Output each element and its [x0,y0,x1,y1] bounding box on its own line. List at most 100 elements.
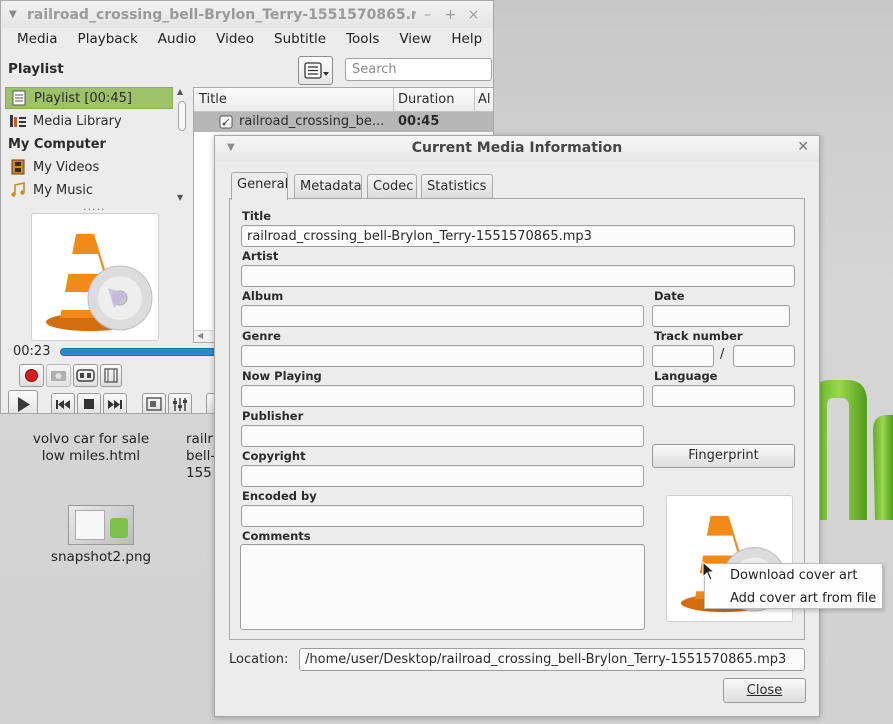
menu-playback[interactable]: Playback [68,31,148,47]
menu-item-download-cover-art[interactable]: Download cover art [730,568,857,583]
menu-subtitle[interactable]: Subtitle [264,31,336,47]
publisher-label: Publisher [242,409,304,423]
playlist-header: Playlist [1,53,493,85]
language-field[interactable] [652,385,795,407]
window-title: railroad_crossing_bell-Brylon_Terry-1551… [27,6,416,23]
film-icon [11,159,25,175]
album-field[interactable] [241,305,644,327]
loop-ab-button[interactable] [73,364,98,387]
menu-tools[interactable]: Tools [336,31,389,47]
previous-button[interactable] [51,393,75,413]
comments-field[interactable] [240,544,645,630]
play-icon [18,397,30,412]
menu-help[interactable]: Help [441,31,492,47]
title-field[interactable] [241,225,795,247]
stop-button[interactable] [77,393,101,413]
table-row[interactable]: railroad_crossing_be... 00:45 [194,112,493,132]
desktop-file-png[interactable]: snapshot2.png [40,505,162,566]
sidebar-item-label: My Music [33,182,94,198]
desktop-file-label: 155 [186,465,212,481]
artist-field[interactable] [241,265,795,287]
language-label: Language [654,369,718,383]
genre-field[interactable] [241,345,644,367]
close-icon[interactable]: × [462,7,485,23]
media-library-icon [10,115,26,127]
seek-slider[interactable] [60,348,220,356]
fullscreen-button[interactable] [142,393,166,413]
sidebar-scrollbar[interactable]: ▲ ▼ [175,87,189,202]
sidebar-item-my-videos[interactable]: My Videos [5,156,173,178]
now-playing-field[interactable] [241,385,644,407]
search-input[interactable] [345,58,492,81]
desktop-file-label: low miles.html [41,448,141,464]
stop-icon [84,399,94,409]
scroll-left-icon[interactable]: ◀ [197,331,203,340]
sidebar-item-label: My Videos [33,159,100,175]
equalizer-icon [173,398,187,411]
extended-settings-button[interactable] [168,393,192,413]
menu-view[interactable]: View [389,31,441,47]
album-art-thumbnail [31,213,159,341]
encoded-by-field[interactable] [241,505,644,527]
tab-statistics[interactable]: Statistics [421,174,493,198]
date-field[interactable] [652,305,790,327]
maximize-icon[interactable]: + [439,7,462,23]
desktop-file-label: snapshot2.png [50,549,152,565]
vlc-cone-icon [46,234,153,331]
scroll-down-icon[interactable]: ▼ [177,193,183,202]
frame-step-icon [104,368,118,383]
playlist-icon [12,90,26,106]
image-thumbnail-icon [68,505,134,545]
media-info-dialog: ▼ Current Media Information ✕ General Me… [214,135,820,717]
column-header-album[interactable]: Al [478,92,491,107]
sidebar-item-my-music[interactable]: My Music [5,179,173,201]
minimize-icon[interactable]: – [416,7,439,23]
close-button[interactable]: Close [723,678,806,703]
record-icon [25,369,38,382]
menu-video[interactable]: Video [206,31,264,47]
desktop-file-label: bell- [186,448,214,464]
next-button[interactable] [103,393,127,413]
sidebar-item-label: Media Library [33,113,122,129]
desktop-file-html[interactable]: volvo car for sale low miles.html [26,431,156,465]
track-number-field[interactable] [652,345,714,367]
record-button[interactable] [19,364,44,387]
column-header-duration[interactable]: Duration [398,92,454,107]
snapshot-button[interactable] [46,364,71,387]
audio-file-icon [219,115,233,129]
close-icon[interactable]: ✕ [797,139,809,155]
elapsed-time: 00:23 [13,344,51,359]
menu-audio[interactable]: Audio [148,31,206,47]
sidebar-section-my-computer: My Computer [8,137,106,152]
track-number-label: Track number [654,329,743,343]
dialog-titlebar[interactable]: ▼ Current Media Information ✕ [215,136,819,162]
next-icon [108,400,122,409]
tab-metadata[interactable]: Metadata [294,174,362,198]
playlist-view-button[interactable] [298,56,333,85]
fingerprint-button[interactable]: Fingerprint [652,444,795,468]
close-button-label: Close [746,683,783,698]
column-header-title[interactable]: Title [199,92,227,107]
track-separator: / [720,347,725,362]
sidebar-item-media-library[interactable]: Media Library [5,110,173,132]
fullscreen-icon [146,397,162,411]
list-view-icon [304,62,329,79]
copyright-field[interactable] [241,465,644,487]
location-field[interactable] [299,648,805,671]
scroll-up-icon[interactable]: ▲ [177,87,183,96]
sidebar-item-playlist[interactable]: Playlist [00:45] [5,87,173,109]
menu-item-add-cover-art-from-file[interactable]: Add cover art from file [730,591,876,606]
desktop-file-mp3[interactable]: railr bell- 155 [186,431,214,482]
scrollbar-thumb[interactable] [178,101,186,131]
title-label: Title [242,209,272,223]
date-label: Date [654,289,685,303]
vlc-titlebar[interactable]: ▼ railroad_crossing_bell-Brylon_Terry-15… [1,1,493,28]
track-total-field[interactable] [733,345,795,367]
window-menu-icon[interactable]: ▼ [9,9,27,20]
menu-media[interactable]: Media [7,31,68,47]
tab-codec[interactable]: Codec [367,174,417,198]
publisher-field[interactable] [241,425,644,447]
play-button[interactable] [8,390,38,413]
frame-step-button[interactable] [100,364,122,387]
tab-general[interactable]: General [231,172,288,200]
